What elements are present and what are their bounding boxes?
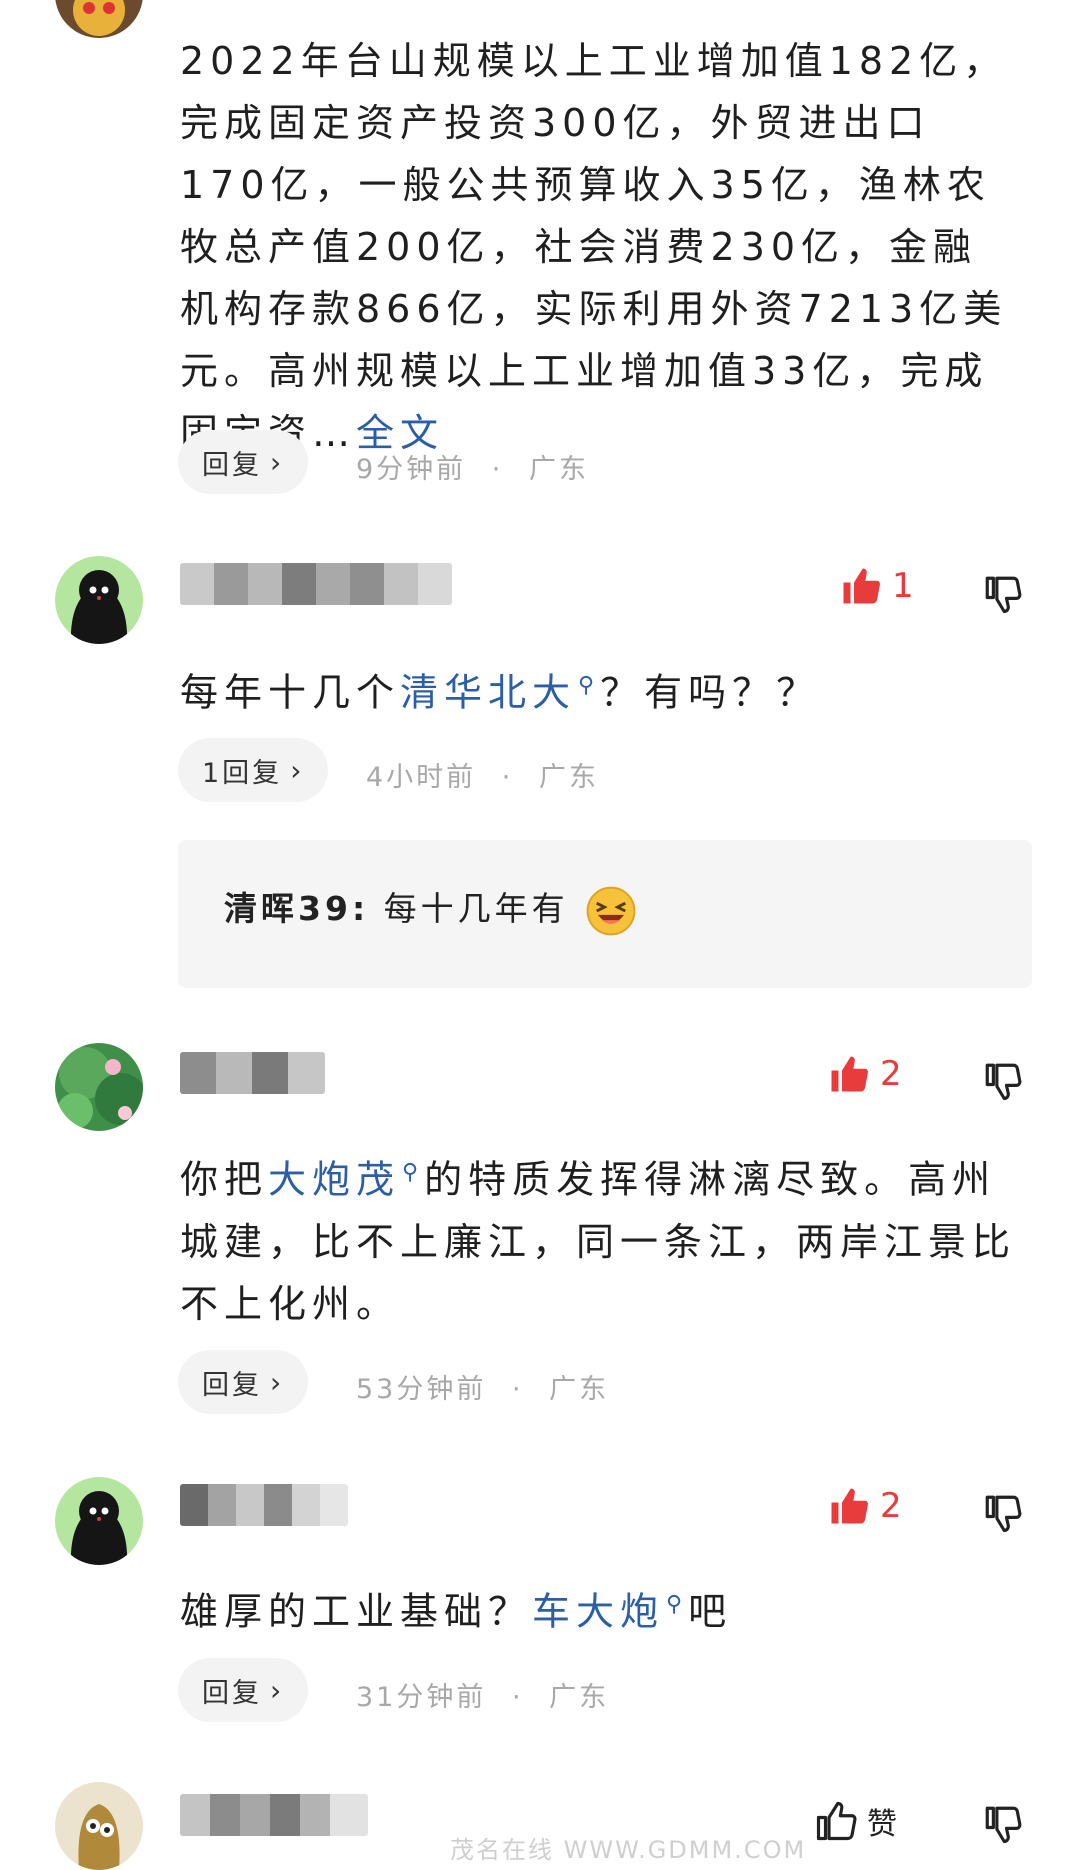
separator: ·	[511, 1682, 524, 1713]
avatar[interactable]	[55, 1782, 143, 1870]
chevron-right-icon: ›	[270, 445, 285, 479]
avatar[interactable]	[55, 1043, 143, 1131]
avatar[interactable]	[55, 1477, 143, 1565]
like-button[interactable]: 2	[828, 1053, 902, 1095]
reply-label: 1回复	[202, 757, 283, 789]
like-button[interactable]: 2	[828, 1485, 902, 1527]
sub-reply-text: 每十几年有	[383, 889, 569, 928]
like-button[interactable]: 1	[840, 565, 914, 607]
like-count: 2	[880, 1486, 902, 1526]
comment-body: 你把	[180, 1157, 269, 1202]
thumbs-down-icon[interactable]	[982, 1060, 1024, 1102]
topic-link[interactable]: 大炮茂	[268, 1158, 400, 1202]
reply-button[interactable]: 回复 ›	[178, 1350, 309, 1414]
comment-meta: 9分钟前 · 广东	[356, 447, 589, 486]
separator: ·	[501, 762, 514, 793]
sub-reply: 清晖39: 每十几年有	[224, 882, 637, 937]
reply-button[interactable]: 回复 ›	[178, 430, 309, 494]
like-count: 2	[880, 1054, 902, 1094]
thumbs-up-icon	[831, 1488, 868, 1524]
separator: ·	[511, 1374, 524, 1405]
timestamp: 31分钟前	[356, 1682, 487, 1713]
comment-text: 你把大炮茂⚲的特质发挥得淋漓尽致。高州城建，比不上廉江，同一条江，两岸江景比不上…	[180, 1142, 1020, 1335]
location: 广东	[549, 1374, 610, 1405]
search-icon: ⚲	[402, 1160, 425, 1185]
avatar[interactable]	[55, 0, 143, 38]
ellipsis: …	[312, 411, 357, 455]
comment-meta: 4小时前 · 广东	[366, 755, 599, 794]
reply-label: 回复	[202, 449, 262, 481]
reply-label: 回复	[202, 1677, 262, 1709]
thumbs-up-icon	[816, 1801, 857, 1841]
sub-reply-separator: :	[351, 889, 370, 928]
reply-label: 回复	[202, 1369, 262, 1401]
username-blurred[interactable]	[180, 1052, 325, 1094]
like-count: 1	[892, 566, 914, 606]
thumbs-up-icon	[831, 1056, 868, 1092]
watermark: 茂名在线 WWW.GDMM.COM	[450, 1836, 807, 1864]
chevron-right-icon: ›	[290, 753, 305, 787]
comment-body: 每年十几个	[180, 670, 401, 715]
location: 广东	[549, 1682, 610, 1713]
thumbs-down-icon[interactable]	[982, 573, 1024, 615]
laughing-emoji-icon	[586, 886, 636, 935]
username-blurred[interactable]	[180, 1794, 368, 1836]
topic-link[interactable]: 车大炮	[532, 1590, 664, 1634]
comment-text: 雄厚的工业基础？车大炮⚲吧	[180, 1574, 1020, 1643]
search-icon: ⚲	[666, 1592, 689, 1617]
timestamp: 53分钟前	[356, 1374, 487, 1405]
comment-text: 2022年台山规模以上工业增加值182亿，完成固定资产投资300亿，外贸进出口1…	[180, 30, 1020, 464]
reply-button[interactable]: 1回复 ›	[178, 738, 329, 802]
comment-meta: 31分钟前 · 广东	[356, 1675, 609, 1714]
like-label: 赞	[867, 1807, 897, 1842]
separator: ·	[491, 454, 504, 485]
sub-reply-author[interactable]: 清晖39	[224, 889, 352, 928]
avatar[interactable]	[55, 556, 143, 644]
comment-body: 2022年台山规模以上工业增加值182亿，完成固定资产投资300亿，外贸进出口1…	[180, 39, 1008, 455]
timestamp: 4小时前	[366, 762, 477, 793]
timestamp: 9分钟前	[356, 454, 467, 485]
comment-body: 雄厚的工业基础？	[180, 1589, 533, 1634]
username-blurred[interactable]	[180, 563, 452, 605]
username-blurred[interactable]	[180, 1484, 348, 1526]
search-icon: ⚲	[578, 673, 601, 698]
topic-link[interactable]: 清华北大	[400, 671, 576, 715]
chevron-right-icon: ›	[270, 1365, 285, 1399]
comment-body-tail: 吧	[688, 1589, 733, 1634]
thumbs-down-icon[interactable]	[982, 1492, 1024, 1534]
comment-body-tail: ？有吗？？	[600, 670, 821, 715]
location: 广东	[538, 762, 599, 793]
thumbs-up-icon	[843, 568, 880, 604]
location: 广东	[528, 454, 589, 485]
like-button[interactable]: 赞	[815, 1799, 897, 1843]
thumbs-down-icon[interactable]	[982, 1803, 1024, 1845]
comment-text: 每年十几个清华北大⚲？有吗？？	[180, 655, 1020, 724]
reply-button[interactable]: 回复 ›	[178, 1658, 309, 1722]
sub-reply-box[interactable]: 清晖39: 每十几年有	[178, 840, 1032, 988]
comment-meta: 53分钟前 · 广东	[356, 1367, 609, 1406]
chevron-right-icon: ›	[270, 1673, 285, 1707]
